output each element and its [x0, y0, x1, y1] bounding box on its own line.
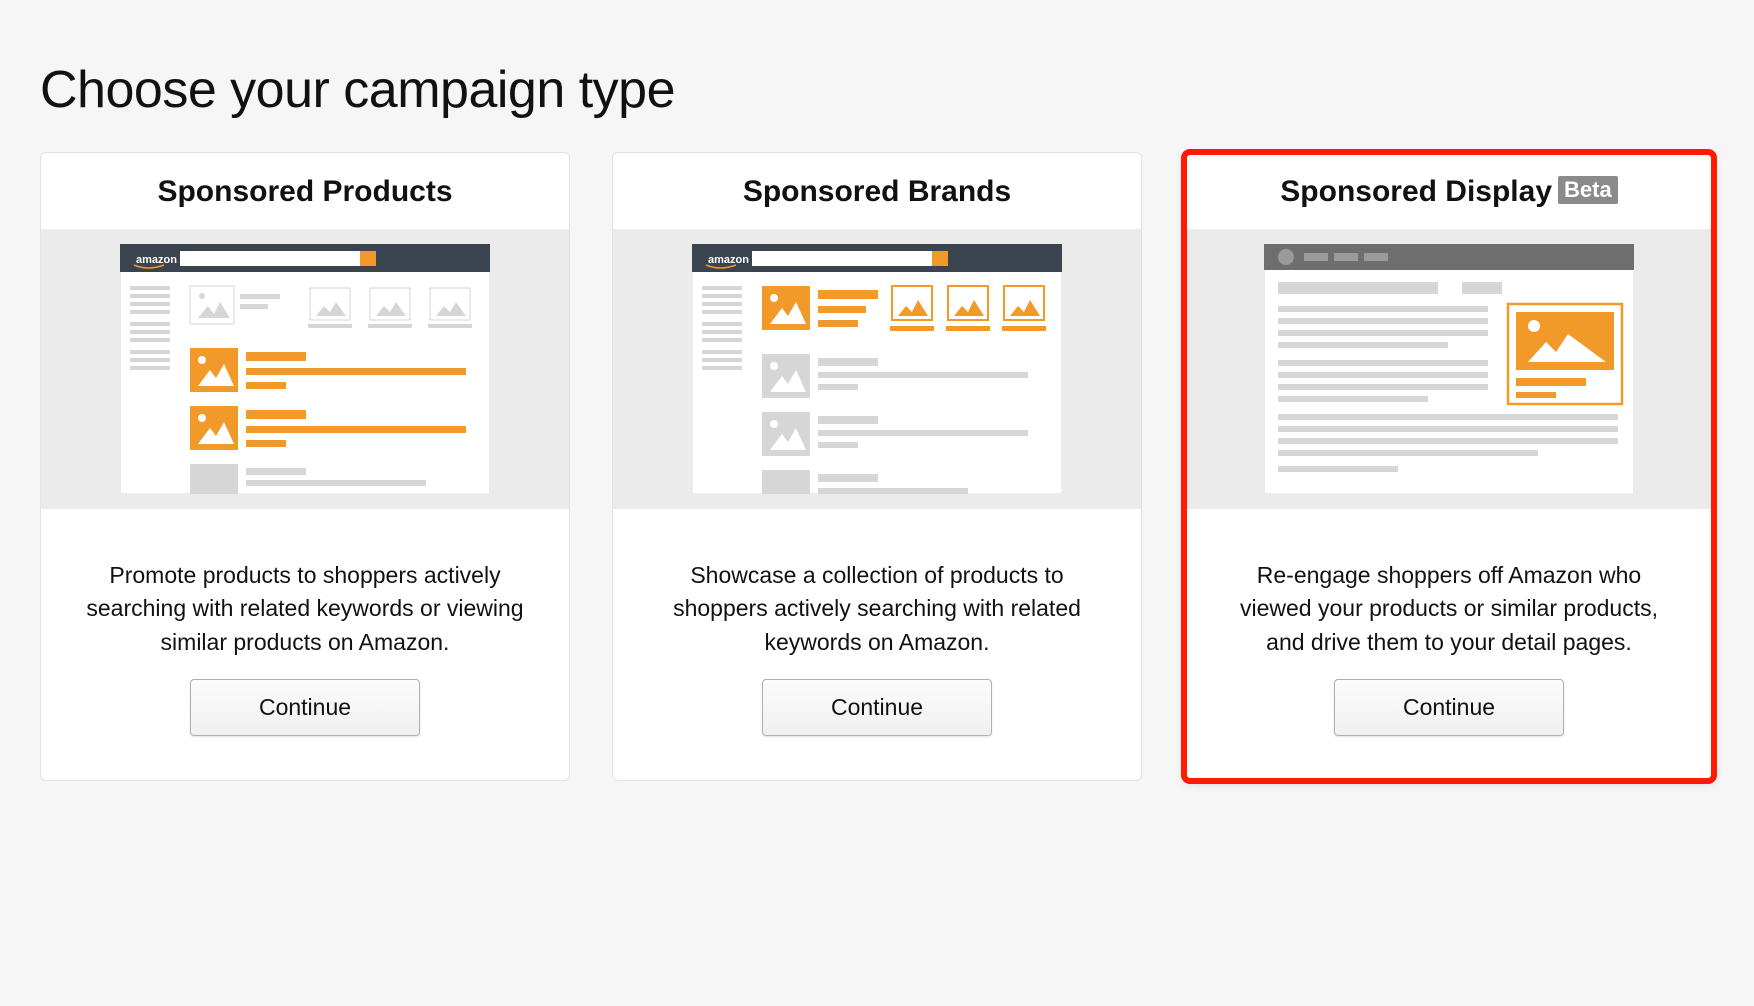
card-body: Re-engage shoppers off Amazon who viewed…	[1185, 509, 1713, 679]
card-illustration-sponsored-products: amazon	[41, 229, 569, 509]
card-footer: Continue	[1185, 679, 1713, 780]
card-title: Sponsored Products	[157, 175, 452, 209]
continue-button[interactable]: Continue	[190, 679, 420, 736]
card-description: Re-engage shoppers off Amazon who viewed…	[1219, 559, 1679, 659]
svg-text:amazon: amazon	[708, 254, 749, 266]
card-title: Sponsored Brands	[743, 175, 1011, 209]
card-description: Promote products to shoppers actively se…	[75, 559, 535, 659]
card-title: Sponsored Display	[1280, 175, 1552, 209]
card-footer: Continue	[613, 679, 1141, 780]
card-illustration-sponsored-display	[1185, 229, 1713, 509]
cards-row: Sponsored Products amazon	[40, 152, 1714, 781]
continue-button[interactable]: Continue	[762, 679, 992, 736]
continue-button[interactable]: Continue	[1334, 679, 1564, 736]
card-illustration-sponsored-brands: amazon	[613, 229, 1141, 509]
svg-text:amazon: amazon	[136, 254, 177, 266]
card-header: Sponsored Products	[41, 153, 569, 229]
campaign-card-sponsored-brands: Sponsored Brands amazon	[612, 152, 1142, 781]
card-header: Sponsored Brands	[613, 153, 1141, 229]
card-description: Showcase a collection of products to sho…	[647, 559, 1107, 659]
campaign-card-sponsored-display: Sponsored DisplayBeta	[1184, 152, 1714, 781]
card-body: Showcase a collection of products to sho…	[613, 509, 1141, 679]
card-header: Sponsored DisplayBeta	[1185, 153, 1713, 229]
card-body: Promote products to shoppers actively se…	[41, 509, 569, 679]
card-footer: Continue	[41, 679, 569, 780]
beta-badge: Beta	[1558, 176, 1618, 204]
page-title: Choose your campaign type	[40, 60, 1714, 120]
campaign-card-sponsored-products: Sponsored Products amazon	[40, 152, 570, 781]
